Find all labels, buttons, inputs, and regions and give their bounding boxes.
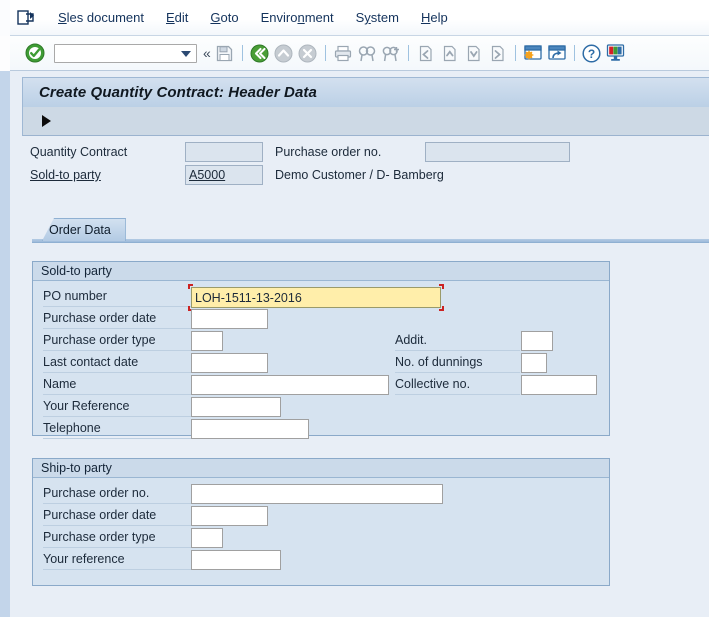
group-sold-to-party-title: Sold-to party	[33, 262, 609, 281]
menu-bar: Sles document Edit Goto Environment Syst…	[10, 0, 709, 36]
no-of-dunnings-label: No. of dunnings	[395, 355, 483, 369]
no-of-dunnings-input[interactable]	[521, 353, 547, 373]
group-ship-to-party: Ship-to party Purchase order no. Purchas…	[32, 458, 610, 586]
last-page-icon[interactable]	[487, 42, 509, 64]
ship-your-reference-input[interactable]	[191, 550, 281, 570]
cancel-x-icon[interactable]	[297, 42, 319, 64]
last-contact-date-label: Last contact date	[43, 355, 139, 369]
collective-no-input[interactable]	[521, 375, 597, 395]
purchase-order-no-header-input[interactable]	[425, 142, 570, 162]
exit-up-icon[interactable]	[273, 42, 295, 64]
menu-goto[interactable]: Goto	[199, 8, 249, 27]
tab-order-data-label: Order Data	[49, 223, 111, 237]
find-next-icon[interactable]	[380, 42, 402, 64]
menu-environment[interactable]: Environment	[250, 8, 345, 27]
quantity-contract-label: Quantity Contract	[30, 145, 128, 159]
find-icon[interactable]	[356, 42, 378, 64]
expand-triangle-right-icon[interactable]	[42, 115, 51, 127]
create-session-icon[interactable]	[522, 42, 544, 64]
focus-corner-top-left	[188, 284, 193, 289]
purchase-order-no-header-label: Purchase order no.	[275, 145, 382, 159]
purchase-order-date-label: Purchase order date	[43, 311, 157, 325]
command-input[interactable]	[58, 45, 176, 61]
window-title-bar: Create Quantity Contract: Header Data	[22, 77, 709, 107]
ship-purchase-order-no-input[interactable]	[191, 484, 443, 504]
header-expand-bar	[22, 107, 709, 136]
sold-to-party-description: Demo Customer / D- Bamberg	[275, 168, 444, 182]
toolbar: « ?	[10, 36, 709, 71]
tab-panel-order-data: Sold-to party PO number LOH-1511-13-2016…	[32, 243, 709, 617]
your-reference-label: Your Reference	[43, 399, 130, 413]
focus-corner-top-right	[439, 284, 444, 289]
back-green-icon[interactable]	[249, 42, 271, 64]
next-page-icon[interactable]	[463, 42, 485, 64]
your-reference-input[interactable]	[191, 397, 281, 417]
ship-purchase-order-no-label: Purchase order no.	[43, 486, 150, 500]
addit-input[interactable]	[521, 331, 553, 351]
po-number-input[interactable]	[191, 287, 441, 308]
first-page-icon[interactable]	[415, 42, 437, 64]
customize-local-layout-icon[interactable]	[605, 42, 627, 64]
menu-sales-document-label: les document	[66, 10, 144, 25]
save-icon[interactable]	[214, 42, 236, 64]
last-contact-date-input[interactable]	[191, 353, 268, 373]
ship-purchase-order-date-label: Purchase order date	[43, 508, 157, 522]
name-input[interactable]	[191, 375, 389, 395]
green-check-enter-icon[interactable]	[24, 42, 46, 64]
screen-area: Create Quantity Contract: Header Data Qu…	[10, 71, 709, 617]
sap-gui-window: Sles document Edit Goto Environment Syst…	[0, 0, 709, 617]
purchase-order-type-label: Purchase order type	[43, 333, 156, 347]
tab-strip: Order Data	[32, 215, 709, 243]
ship-your-reference-label: Your reference	[43, 552, 125, 566]
menu-sales-document[interactable]: Sles document	[47, 8, 155, 27]
collective-no-label: Collective no.	[395, 377, 471, 391]
purchase-order-type-input[interactable]	[191, 331, 223, 351]
telephone-label: Telephone	[43, 421, 101, 435]
ship-purchase-order-date-input[interactable]	[191, 506, 268, 526]
page-title: Create Quantity Contract: Header Data	[39, 84, 317, 101]
header-fields: Quantity Contract Purchase order no. Sol…	[22, 138, 709, 194]
create-shortcut-icon[interactable]	[546, 42, 568, 64]
command-field[interactable]	[54, 43, 197, 63]
chevron-down-icon[interactable]	[181, 50, 191, 57]
sap-exit-door-icon[interactable]	[13, 8, 39, 28]
menu-edit[interactable]: Edit	[155, 8, 199, 27]
help-icon[interactable]: ?	[581, 42, 603, 64]
sold-to-party-input[interactable]	[185, 165, 263, 185]
name-label: Name	[43, 377, 77, 391]
print-icon[interactable]	[332, 42, 354, 64]
group-ship-to-party-title: Ship-to party	[33, 459, 609, 478]
collapse-toolbar-button[interactable]: «	[203, 45, 211, 61]
po-number-label: PO number	[43, 289, 107, 303]
group-sold-to-party: Sold-to party PO number LOH-1511-13-2016…	[32, 261, 610, 439]
tab-order-data[interactable]: Order Data	[42, 218, 126, 241]
left-rail	[0, 0, 10, 617]
addit-label: Addit.	[395, 333, 427, 347]
quantity-contract-input[interactable]	[185, 142, 263, 162]
svg-text:?: ?	[588, 47, 595, 61]
menu-help[interactable]: Help	[410, 8, 459, 27]
ship-purchase-order-type-input[interactable]	[191, 528, 223, 548]
telephone-input[interactable]	[191, 419, 309, 439]
previous-page-icon[interactable]	[439, 42, 461, 64]
menu-system[interactable]: System	[345, 8, 410, 27]
sold-to-party-label[interactable]: Sold-to party	[30, 168, 101, 182]
ship-purchase-order-type-label: Purchase order type	[43, 530, 156, 544]
purchase-order-date-input[interactable]	[191, 309, 268, 329]
